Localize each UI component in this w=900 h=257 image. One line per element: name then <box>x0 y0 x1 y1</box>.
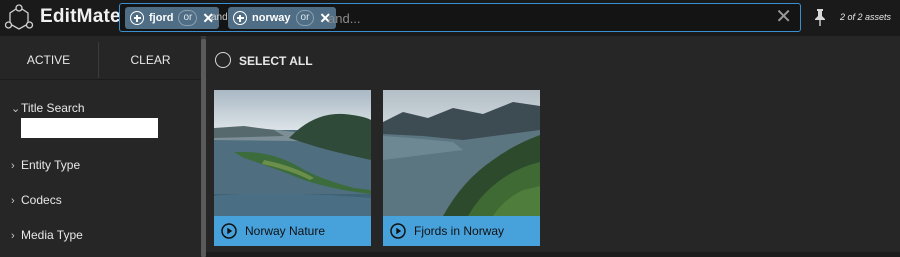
search-input[interactable] <box>328 8 748 28</box>
app-name: EditMate <box>40 6 121 27</box>
chevron-right-icon: › <box>11 160 15 172</box>
select-all-radio[interactable] <box>215 52 231 68</box>
sidebar-scrollbar[interactable] <box>201 36 206 257</box>
tab-clear[interactable]: CLEAR <box>98 42 202 78</box>
asset-card[interactable]: Norway Nature <box>214 90 371 246</box>
filter-label: Title Search <box>21 101 85 115</box>
plus-circle-icon[interactable] <box>130 11 144 25</box>
search-chip-fjord[interactable]: fjord or ✕ <box>125 7 220 29</box>
chip-operator-toggle[interactable]: or <box>295 10 315 26</box>
asset-caption: Fjords in Norway <box>383 216 540 246</box>
top-bar: EditMate fjord or ✕ and norway or ✕ ✕ 2 … <box>0 0 900 36</box>
search-bar[interactable]: fjord or ✕ and norway or ✕ ✕ <box>119 3 801 32</box>
chip-joiner: and <box>211 12 228 23</box>
asset-thumbnail[interactable] <box>383 90 540 216</box>
asset-count: 2 of 2 assets <box>840 12 892 22</box>
asset-title[interactable]: Norway Nature <box>245 224 325 238</box>
filter-media-type[interactable]: › Media Type <box>11 228 83 242</box>
filter-codecs[interactable]: › Codecs <box>11 193 62 207</box>
chevron-right-icon: › <box>11 195 15 207</box>
search-chip-norway[interactable]: norway or ✕ <box>228 7 337 29</box>
filter-title-search[interactable]: ⌄Title Search <box>11 101 85 115</box>
plus-circle-icon[interactable] <box>233 11 247 25</box>
editmate-logo-icon[interactable] <box>4 4 34 32</box>
divider <box>0 79 201 80</box>
filter-sidebar: ACTIVE CLEAR ⌄Title Search › Entity Type … <box>0 36 201 257</box>
select-all-label[interactable]: SELECT ALL <box>239 54 313 68</box>
scrollbar-thumb[interactable] <box>201 39 206 257</box>
chip-term: fjord <box>149 12 174 24</box>
filter-label: Codecs <box>21 193 62 207</box>
filter-label: Media Type <box>21 228 83 242</box>
filter-entity-type[interactable]: › Entity Type <box>11 158 80 172</box>
chevron-right-icon: › <box>11 230 15 242</box>
tab-active[interactable]: ACTIVE <box>0 42 97 78</box>
pin-icon[interactable] <box>813 8 827 26</box>
asset-thumbnail[interactable] <box>214 90 371 216</box>
title-search-input[interactable] <box>21 118 158 138</box>
filter-label: Entity Type <box>21 158 81 172</box>
sidebar-tabs: ACTIVE CLEAR <box>0 42 201 78</box>
bottom-edge <box>206 252 900 257</box>
asset-title[interactable]: Fjords in Norway <box>414 224 504 238</box>
chip-operator-toggle[interactable]: or <box>178 10 198 26</box>
asset-caption: Norway Nature <box>214 216 371 246</box>
clear-search-icon[interactable]: ✕ <box>775 7 792 27</box>
play-circle-icon[interactable] <box>390 223 406 239</box>
chevron-down-icon: ⌄ <box>11 103 21 115</box>
play-circle-icon[interactable] <box>221 223 237 239</box>
asset-card[interactable]: Fjords in Norway <box>383 90 540 246</box>
chip-term: norway <box>252 12 291 24</box>
